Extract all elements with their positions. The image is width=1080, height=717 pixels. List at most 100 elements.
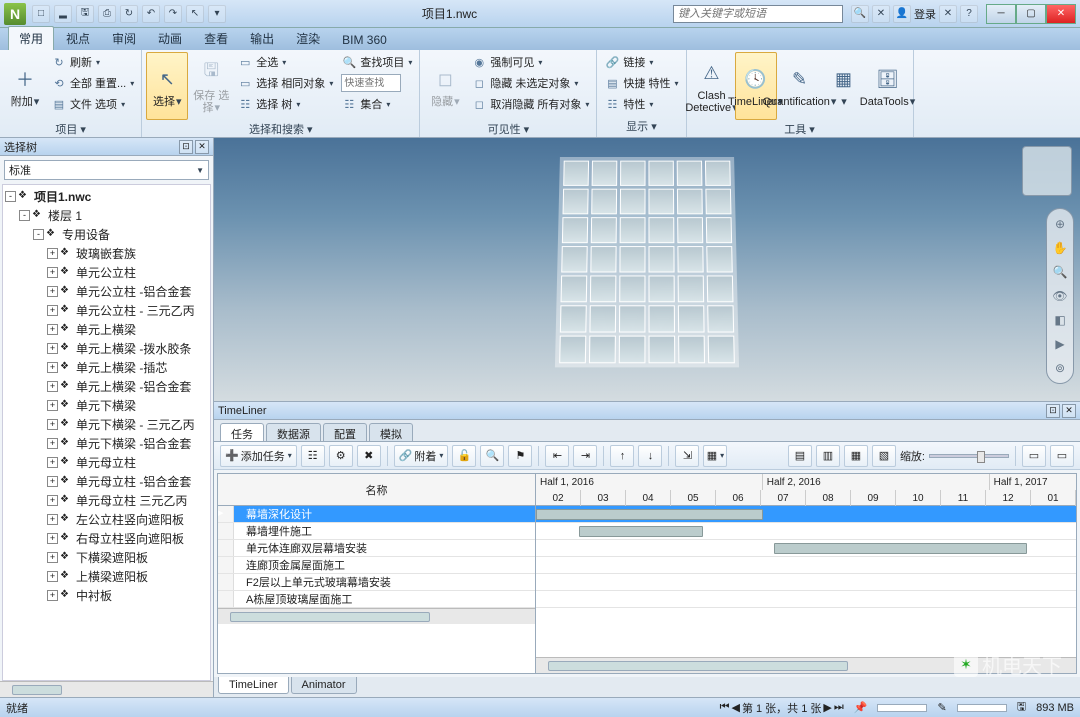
- maximize-button[interactable]: ▢: [1016, 4, 1046, 24]
- qat-new-icon[interactable]: □: [32, 5, 50, 23]
- view2-button[interactable]: ▥: [816, 445, 840, 467]
- ribbon-tab-6[interactable]: 渲染: [286, 27, 330, 50]
- expand-icon[interactable]: +: [47, 514, 58, 525]
- auto-task-button[interactable]: ⚙: [329, 445, 353, 467]
- walk-icon[interactable]: ◧: [1051, 311, 1069, 329]
- expand-icon[interactable]: -: [19, 210, 30, 221]
- expand-icon[interactable]: +: [47, 343, 58, 354]
- links-button[interactable]: 🔗链接▾: [601, 52, 681, 72]
- tree-h-scrollbar[interactable]: [0, 681, 213, 697]
- ribbon-tab-7[interactable]: BIM 360: [332, 30, 397, 50]
- task-row[interactable]: F2层以上单元式玻璃幕墙安装: [218, 574, 535, 591]
- panel-close-icon[interactable]: ✕: [195, 140, 209, 154]
- file-options-button[interactable]: ▤文件 选项▾: [48, 94, 137, 114]
- expand-icon[interactable]: +: [47, 571, 58, 582]
- view3-button[interactable]: ▦: [844, 445, 868, 467]
- task-row[interactable]: 幕墙埋件施工: [218, 523, 535, 540]
- viewcube[interactable]: [1022, 146, 1072, 196]
- hide-button[interactable]: ◻隐藏▾: [424, 52, 466, 120]
- filter2-button[interactable]: ▭: [1050, 445, 1074, 467]
- clear-attach-button[interactable]: 🔓: [452, 445, 476, 467]
- qat-select-icon[interactable]: ↖: [186, 5, 204, 23]
- expand-icon[interactable]: +: [47, 457, 58, 468]
- tl-tab-配置[interactable]: 配置: [323, 423, 367, 441]
- tree-item[interactable]: +❖中衬板: [5, 586, 208, 605]
- tl-tab-任务[interactable]: 任务: [220, 423, 264, 441]
- expand-icon[interactable]: +: [47, 381, 58, 392]
- pin-indicator-icon[interactable]: 📌: [854, 701, 868, 714]
- zoom-icon[interactable]: 🔍: [1051, 263, 1069, 281]
- expand-icon[interactable]: +: [47, 324, 58, 335]
- tl-pin-icon[interactable]: ⊡: [1046, 404, 1060, 418]
- tree-item[interactable]: +❖单元下横梁: [5, 396, 208, 415]
- refresh-button[interactable]: ↻刷新▾: [48, 52, 137, 72]
- tree-item[interactable]: +❖右母立柱竖向遮阳板: [5, 529, 208, 548]
- ribbon-tab-0[interactable]: 常用: [8, 26, 54, 50]
- login-link[interactable]: 登录: [914, 6, 936, 22]
- tl-tab-数据源[interactable]: 数据源: [266, 423, 321, 441]
- tree-item[interactable]: +❖单元上横梁 -插芯: [5, 358, 208, 377]
- expand-icon[interactable]: +: [47, 286, 58, 297]
- tree-item[interactable]: +❖单元公立柱 -铝合金套: [5, 282, 208, 301]
- qat-open-icon[interactable]: ▂: [54, 5, 72, 23]
- tree-mode-combo[interactable]: 标准▼: [4, 160, 209, 180]
- movedown-button[interactable]: ↓: [638, 445, 662, 467]
- ribbon-tab-1[interactable]: 视点: [56, 27, 100, 50]
- tree-item[interactable]: +❖单元下横梁 -铝合金套: [5, 434, 208, 453]
- timeliner-button[interactable]: 🕓TimeLiner▾: [735, 52, 777, 120]
- attach-button[interactable]: 🔗附着▾: [394, 445, 449, 467]
- add-task-button[interactable]: ➕添加任务▾: [220, 445, 297, 467]
- tree-item[interactable]: +❖单元上横梁 -拨水胶条: [5, 339, 208, 358]
- outdent-button[interactable]: ⇥: [573, 445, 597, 467]
- fly-icon[interactable]: ▶: [1051, 335, 1069, 353]
- tl-left-scroll[interactable]: [218, 608, 535, 624]
- nav-bar[interactable]: ⊕ ✋ 🔍 👁 ◧ ▶ ⊚: [1046, 208, 1074, 384]
- delete-task-button[interactable]: ✖: [357, 445, 381, 467]
- ribbon-group-label[interactable]: 选择和搜索 ▾: [146, 120, 415, 138]
- qat-save-icon[interactable]: 🖫: [76, 5, 94, 23]
- ribbon-tab-4[interactable]: 查看: [194, 27, 238, 50]
- ribbon-group-label[interactable]: 可见性 ▾: [424, 120, 592, 138]
- save-button[interactable]: 🖫保存 选择▾: [190, 52, 232, 120]
- qat-print-icon[interactable]: ⎙: [98, 5, 116, 23]
- ribbon-group-label[interactable]: 项目 ▾: [4, 120, 137, 138]
- bottom-tab-Animator[interactable]: Animator: [291, 677, 357, 694]
- tl-gantt-area[interactable]: Half 1, 2016Half 2, 2016Half 1, 20170203…: [536, 474, 1076, 673]
- append-button[interactable]: ＋附加▾: [4, 52, 46, 120]
- select-button[interactable]: ↖选择▾: [146, 52, 188, 120]
- expand-icon[interactable]: -: [33, 229, 44, 240]
- tree-item[interactable]: +❖单元公立柱 - 三元乙丙: [5, 301, 208, 320]
- reset-all-button[interactable]: ⟲全部 重置...▾: [48, 73, 137, 93]
- columns-button[interactable]: ▦▾: [703, 445, 727, 467]
- properties-button[interactable]: ☷特性▾: [601, 94, 681, 114]
- sets-button[interactable]: ☷集合▾: [338, 94, 415, 114]
- tree-item[interactable]: +❖单元母立柱 三元乙丙: [5, 491, 208, 510]
- orbit-icon[interactable]: ⊕: [1051, 215, 1069, 233]
- selection-tree[interactable]: -❖项目1.nwc-❖楼层 1-❖专用设备+❖玻璃嵌套族+❖单元公立柱+❖单元公…: [2, 184, 211, 681]
- quick-find-button[interactable]: [338, 73, 415, 93]
- qat-undo-icon[interactable]: ↶: [142, 5, 160, 23]
- look-icon[interactable]: 👁: [1051, 287, 1069, 305]
- task-row[interactable]: 连廊顶金属屋面施工: [218, 557, 535, 574]
- datatools-button[interactable]: 🗄DataTools▾: [867, 52, 909, 120]
- zoom-slider[interactable]: [929, 454, 1009, 458]
- tree-item[interactable]: +❖下横梁遮阳板: [5, 548, 208, 567]
- minimize-button[interactable]: ─: [986, 4, 1016, 24]
- tree-item[interactable]: +❖单元上横梁: [5, 320, 208, 339]
- expand-icon[interactable]: +: [47, 533, 58, 544]
- force-visible-button[interactable]: ◉强制可见▾: [468, 52, 592, 72]
- quick-find-input[interactable]: [341, 74, 401, 92]
- quantification-button[interactable]: ✎Quantification▾: [779, 52, 821, 120]
- expand-icon[interactable]: +: [47, 476, 58, 487]
- viewport-3d[interactable]: ⊕ ✋ 🔍 👁 ◧ ▶ ⊚: [214, 138, 1080, 401]
- view1-button[interactable]: ▤: [788, 445, 812, 467]
- task-row[interactable]: A栋屋顶玻璃屋面施工: [218, 591, 535, 608]
- moveup-button[interactable]: ↑: [610, 445, 634, 467]
- find-button[interactable]: 🔍: [480, 445, 504, 467]
- expand-icon[interactable]: +: [47, 552, 58, 563]
- tl-right-scroll[interactable]: [536, 657, 1076, 673]
- view4-button[interactable]: ▧: [872, 445, 896, 467]
- search-input[interactable]: [673, 5, 843, 23]
- wheel-icon[interactable]: ⊚: [1051, 359, 1069, 377]
- binoculars-icon[interactable]: 🔍: [851, 5, 869, 23]
